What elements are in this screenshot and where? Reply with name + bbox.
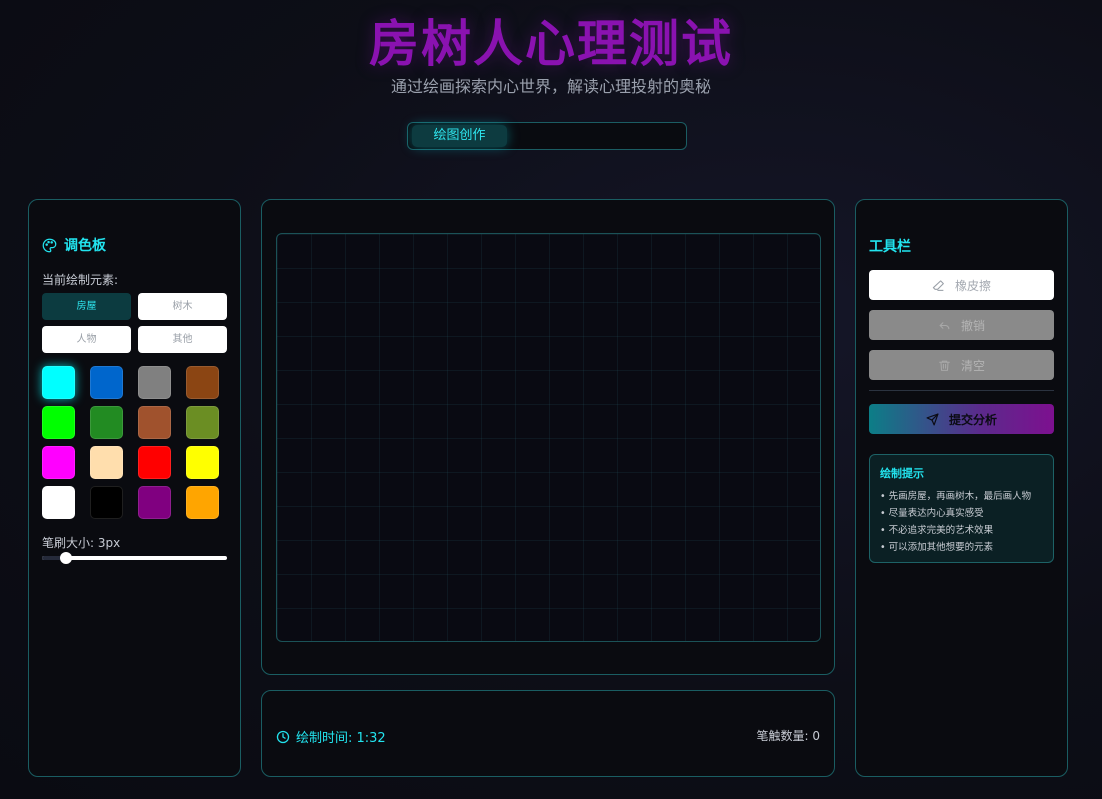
element-button-other[interactable]: 其他 [138,326,227,353]
eraser-button[interactable]: 橡皮擦 [869,270,1054,300]
page-title: 房树人心理测试 [369,15,733,73]
tip-item: • 不必追求完美的艺术效果 [880,525,994,536]
app-page: 房树人心理测试 通过绘画探索内心世界，解读心理投射的奥秘 绘图创作 调色板 当前… [0,0,1102,799]
trash-icon [938,359,951,372]
element-button-house[interactable]: 房屋 [42,293,131,320]
color-swatch[interactable] [42,406,75,439]
toolbar-title: 工具栏 [869,239,911,255]
brush-slider-thumb[interactable] [60,552,73,564]
tips-list: • 先画房屋，再画树木，最后画人物 • 尽量表达内心真实感受 • 不必追求完美的… [880,488,1031,556]
tab-bar: 绘图创作 [407,122,687,150]
tip-item: • 尽量表达内心真实感受 [880,508,984,519]
color-swatch[interactable] [186,406,219,439]
color-swatch[interactable] [138,406,171,439]
eraser-icon [932,279,945,292]
color-swatch[interactable] [42,446,75,479]
color-swatch[interactable] [90,366,123,399]
submit-analysis-button[interactable]: 提交分析 [869,404,1054,434]
palette-title: 调色板 [64,238,106,254]
canvas-panel [261,199,835,675]
element-button-person[interactable]: 人物 [42,326,131,353]
palette-icon [42,238,57,253]
clear-label: 清空 [960,358,985,373]
tip-item: • 先画房屋，再画树木，最后画人物 [880,491,1032,502]
drawing-canvas[interactable] [276,233,821,642]
clock-icon [276,730,290,744]
color-swatch[interactable] [90,486,123,519]
stroke-count: 笔触数量: 0 [756,729,821,743]
page-subtitle: 通过绘画探索内心世界，解读心理投射的奥秘 [390,77,711,96]
eraser-label: 橡皮擦 [954,278,991,293]
palette-header: 调色板 [42,235,106,255]
color-swatch[interactable] [90,446,123,479]
color-swatch[interactable] [186,486,219,519]
palette-panel: 调色板 当前绘制元素: 房屋 树木 人物 其他 笔刷大小: 3px [28,199,241,777]
current-element-label: 当前绘制元素: [42,273,119,287]
drawing-time-label: 绘制时间: 1:32 [296,731,386,746]
send-icon [926,412,939,426]
undo-icon [938,319,951,332]
toolbar-panel: 工具栏 橡皮擦 撤销 清空 提交分析 绘制提示 • 先画房屋，再画树木，最后画人… [855,199,1068,777]
undo-button[interactable]: 撤销 [869,310,1054,340]
status-panel: 绘制时间: 1:32 笔触数量: 0 [261,690,835,777]
drawing-time: 绘制时间: 1:32 [276,727,386,746]
color-swatch[interactable] [138,366,171,399]
brush-size-label: 笔刷大小: 3px [42,536,121,550]
toolbar-divider [869,390,1054,391]
submit-analysis-label: 提交分析 [948,412,997,427]
color-swatch[interactable] [90,406,123,439]
color-swatch[interactable] [138,486,171,519]
clear-button[interactable]: 清空 [869,350,1054,380]
color-swatch[interactable] [186,366,219,399]
tips-title: 绘制提示 [880,467,924,480]
brush-size-slider[interactable] [42,552,227,564]
color-swatch[interactable] [138,446,171,479]
color-swatch[interactable] [42,486,75,519]
color-swatch[interactable] [42,366,75,399]
tip-item: • 可以添加其他想要的元素 [880,542,994,553]
color-swatch[interactable] [186,446,219,479]
tab-drawing[interactable]: 绘图创作 [412,125,507,147]
element-button-tree[interactable]: 树木 [138,293,227,320]
toolbar-header: 工具栏 [869,236,911,256]
undo-label: 撤销 [960,318,985,333]
drawing-tips-box: 绘制提示 • 先画房屋，再画树木，最后画人物 • 尽量表达内心真实感受 • 不必… [869,454,1054,563]
